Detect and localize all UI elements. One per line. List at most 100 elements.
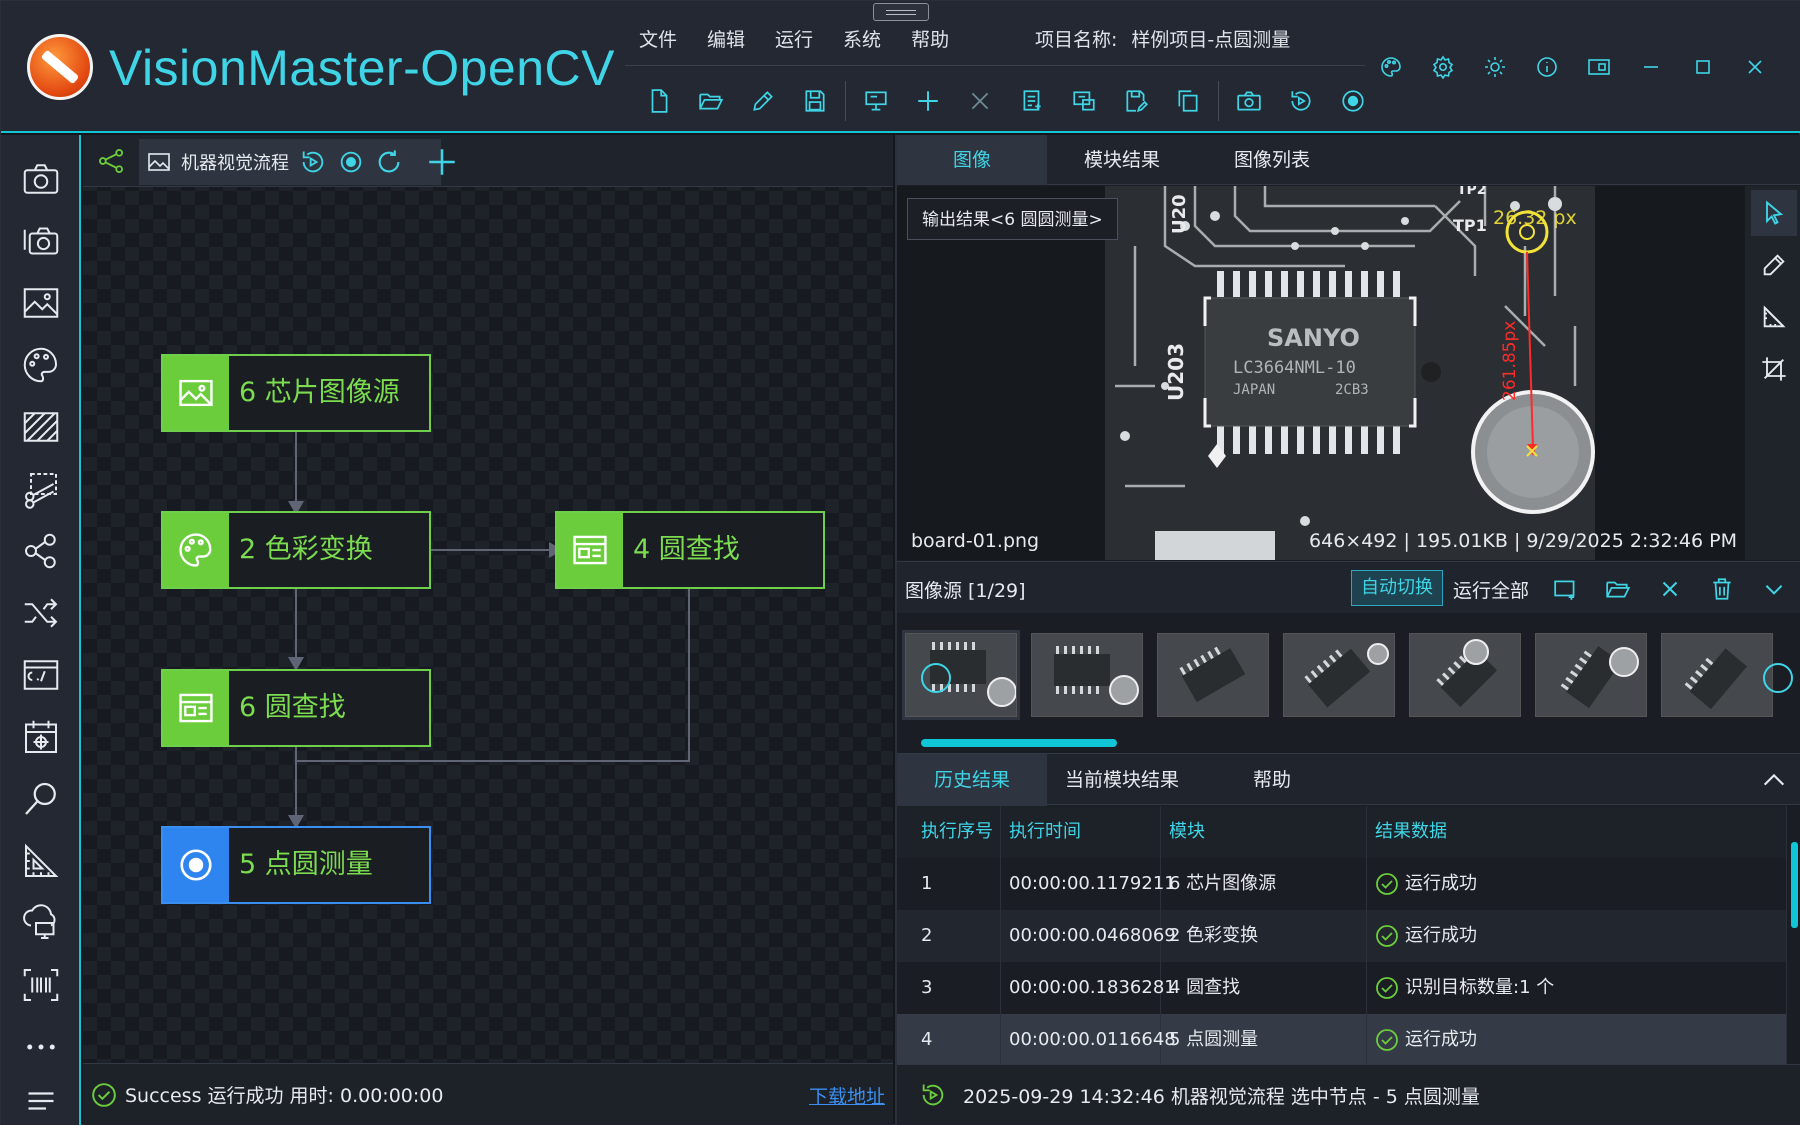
thumbnail-3[interactable] [1157,633,1269,717]
tool-blob[interactable] [19,529,63,573]
save-button[interactable] [789,83,841,119]
header-module[interactable]: 模块 [1161,806,1367,858]
tool-calibrate[interactable] [19,715,63,759]
download-link[interactable]: 下载地址 [809,1082,885,1109]
delete-button[interactable] [954,83,1006,119]
thumbnail-7[interactable] [1661,633,1773,717]
tool-color[interactable] [19,343,63,387]
scrollbar-thumb[interactable] [921,739,1117,747]
new-file-button[interactable] [633,83,685,119]
tab-image-list[interactable]: 图像列表 [1197,135,1347,185]
thumbnail-prev-button[interactable] [921,663,951,693]
header-result[interactable]: 结果数据 [1367,806,1787,858]
tab-current-module-results[interactable]: 当前模块结果 [1047,754,1197,806]
device-button[interactable] [850,83,902,119]
flow-node-image-source[interactable]: 6 芯片图像源 [161,354,431,432]
table-scrollbar[interactable] [1787,806,1800,1064]
menu-run[interactable]: 运行 [775,25,813,52]
menu-edit[interactable]: 编辑 [707,25,745,52]
run-status-icon [922,1084,944,1106]
image-viewer[interactable]: SANYO LC3664NML-10 JAPAN 2CB3 U203 U20 T… [897,186,1745,560]
cell-seq: 3 [913,962,1001,1014]
close-window-button[interactable] [1729,49,1781,85]
thumbnail-6[interactable] [1535,633,1647,717]
menu-file[interactable]: 文件 [639,25,677,52]
tool-search[interactable] [19,777,63,821]
table-row[interactable]: 1 00:00:00.1179211 6 芯片图像源 运行成功 [897,858,1787,910]
menu-help[interactable]: 帮助 [911,25,949,52]
add-button[interactable] [902,83,954,119]
tool-multi-camera[interactable] [19,219,63,263]
brightness-button[interactable] [1469,49,1521,85]
delete-all-images-button[interactable] [1705,572,1739,606]
tool-filter[interactable] [19,405,63,449]
scrollbar-thumb[interactable] [1791,842,1798,928]
table-row[interactable]: 2 00:00:00.0468069 2 色彩变换 运行成功 [897,910,1787,962]
tool-more[interactable] [19,1025,63,1069]
add-image-button[interactable] [1549,572,1583,606]
expand-source-button[interactable] [1757,572,1791,606]
settings-button[interactable] [1417,49,1469,85]
viewer-tabs: 图像 模块结果 图像列表 [897,135,1800,185]
capture-button[interactable] [1223,83,1275,119]
run-once-button[interactable] [1275,83,1327,119]
cloud-monitor-icon [23,904,56,939]
tab-image[interactable]: 图像 [897,135,1047,185]
save-as-button[interactable] [1110,83,1162,119]
copy-button[interactable] [1162,83,1214,119]
tool-barcode[interactable] [19,963,63,1007]
thumbnail-strip[interactable] [897,613,1800,733]
table-row[interactable]: 3 00:00:00.1836281 4 圆查找 识别目标数量:1 个 [897,962,1787,1014]
tab-module-result[interactable]: 模块结果 [1047,135,1197,185]
thumbnail-4[interactable] [1283,633,1395,717]
tab-history-results[interactable]: 历史结果 [897,754,1047,806]
tool-measure[interactable] [19,839,63,883]
remove-image-button[interactable] [1653,572,1687,606]
auto-switch-button[interactable]: 自动切换 [1351,570,1443,606]
select-tool-button[interactable] [1751,190,1797,236]
measure-tool-button[interactable] [1751,294,1797,340]
cell-module: 5 点圆测量 [1161,1014,1367,1064]
tool-logic[interactable] [19,591,63,635]
minimize-button[interactable] [1625,49,1677,85]
thumbnail-image [1536,634,1646,716]
module-button[interactable] [1006,83,1058,119]
export-button[interactable] [1058,83,1110,119]
thumbnail-5[interactable] [1409,633,1521,717]
layout-button[interactable] [1573,49,1625,85]
stop-button[interactable] [1327,83,1379,119]
thumbnail-scrollbar[interactable] [897,735,1800,751]
crop-tool-button[interactable] [1751,346,1797,392]
color-picker-button[interactable] [1751,242,1797,288]
table-row[interactable]: 4 00:00:00.0116648 5 点圆测量 运行成功 [897,1014,1787,1064]
theme-palette-button[interactable] [1365,49,1417,85]
tool-crop[interactable] [19,467,63,511]
drag-handle[interactable] [873,3,929,21]
maximize-button[interactable] [1677,49,1729,85]
flow-node-point-circle-measure[interactable]: 5 点圆测量 [161,826,431,904]
about-button[interactable] [1521,49,1573,85]
flow-canvas[interactable]: 机器视觉流程 6 芯片图像源 2 色彩变换 4 圆查找 6 圆查找 5 点圆测量 [83,135,893,1063]
close-icon [1748,60,1762,74]
flow-node-circle-find-6[interactable]: 6 圆查找 [161,669,431,747]
tool-image[interactable] [19,281,63,325]
open-image-folder-button[interactable] [1601,572,1635,606]
chevron-up-icon[interactable] [1760,766,1788,794]
tab-help[interactable]: 帮助 [1197,754,1347,806]
window-controls [1365,49,1781,85]
tool-camera[interactable] [19,157,63,201]
output-result-label: 输出结果<6 圆圆测量> [907,198,1118,240]
tool-communicate[interactable] [19,901,63,945]
run-all-button[interactable]: 运行全部 [1453,576,1529,603]
flow-node-circle-find-4[interactable]: 4 圆查找 [555,511,825,589]
open-folder-button[interactable] [685,83,737,119]
edit-button[interactable] [737,83,789,119]
thumbnail-2[interactable] [1031,633,1143,717]
tool-menu[interactable] [19,1079,63,1123]
flow-node-color-transform[interactable]: 2 色彩变换 [161,511,431,589]
header-seq[interactable]: 执行序号 [913,806,1001,858]
thumbnail-next-button[interactable] [1763,663,1793,693]
menu-system[interactable]: 系统 [843,25,881,52]
header-time[interactable]: 执行时间 [1001,806,1161,858]
tool-script[interactable] [19,653,63,697]
